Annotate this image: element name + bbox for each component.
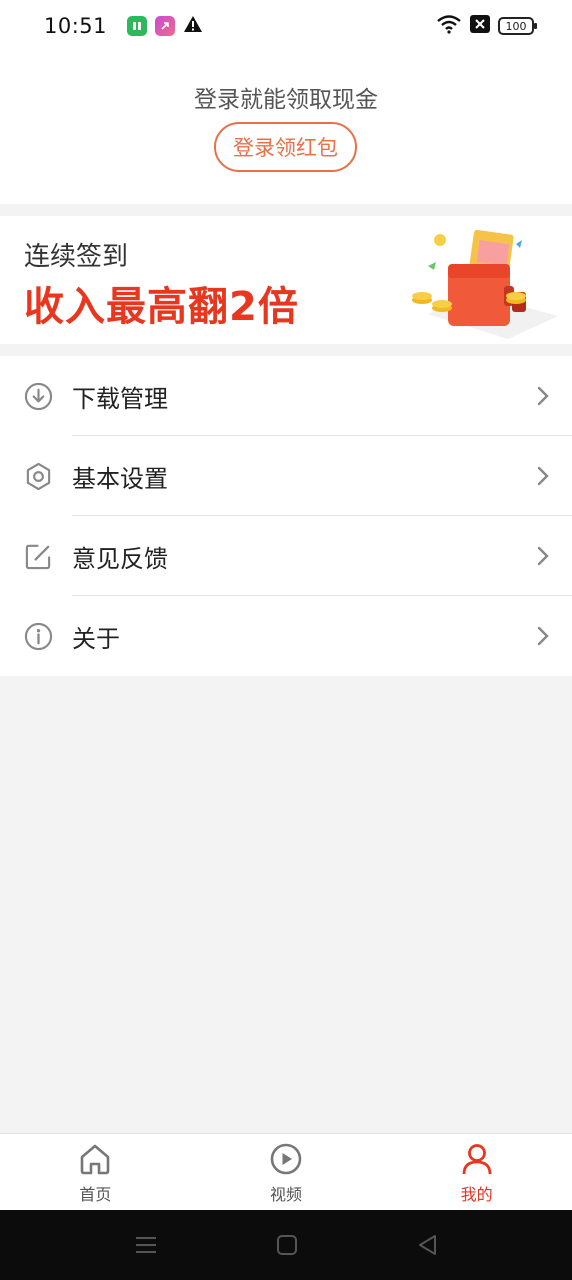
menu-item-label: 关于 (72, 624, 120, 653)
edit-feedback-icon (25, 544, 51, 570)
tab-home[interactable]: 首页 (0, 1134, 191, 1210)
menu-item-about[interactable]: 关于 (0, 596, 572, 676)
settings-menu: 下载管理 基本设置 意见反馈 关于 (0, 356, 572, 676)
sim-off-icon (470, 15, 490, 37)
tab-video[interactable]: 视频 (191, 1134, 382, 1210)
wallet-coins-illustration (412, 229, 558, 339)
app-purple-icon (155, 16, 176, 36)
battery-level: 100 (505, 19, 527, 33)
signin-banner[interactable]: 连续签到 收入最高翻2倍 (0, 216, 572, 344)
tab-mine[interactable]: 我的 (381, 1134, 572, 1210)
chevron-right-icon (537, 626, 549, 646)
home-icon (81, 1144, 110, 1175)
login-section: 登录就能领取现金 登录领红包 (0, 52, 572, 204)
warning-icon (183, 15, 203, 37)
status-time: 10:51 (44, 14, 108, 38)
banner-subtitle: 连续签到 (24, 242, 129, 272)
menu-item-download-manager[interactable]: 下载管理 (0, 356, 572, 436)
login-prompt: 登录就能领取现金 (194, 87, 378, 113)
wifi-icon (436, 14, 462, 38)
user-icon (462, 1144, 492, 1175)
status-bar: 10:51 100 (0, 0, 572, 52)
menu-item-label: 基本设置 (72, 464, 168, 493)
menu-icon[interactable] (133, 1232, 159, 1258)
download-icon (24, 382, 53, 411)
play-circle-icon (270, 1143, 302, 1175)
banner-headline: 收入最高翻2倍 (24, 284, 299, 330)
notification-icons (127, 15, 203, 37)
menu-item-feedback[interactable]: 意见反馈 (0, 516, 572, 596)
battery-icon: 100 (498, 17, 537, 35)
tab-label: 首页 (79, 1185, 112, 1204)
status-right-icons: 100 (436, 14, 537, 38)
settings-hexagon-icon (26, 462, 51, 491)
tab-label: 视频 (270, 1185, 303, 1204)
chevron-right-icon (537, 386, 549, 406)
tab-label: 我的 (460, 1185, 493, 1204)
chevron-right-icon (537, 466, 549, 486)
system-nav-bar (0, 1210, 572, 1280)
home-square-icon[interactable] (274, 1232, 300, 1258)
chevron-right-icon (537, 546, 549, 566)
info-icon (24, 622, 53, 651)
menu-item-basic-settings[interactable]: 基本设置 (0, 436, 572, 516)
bottom-tab-bar: 首页 视频 我的 (0, 1133, 572, 1210)
menu-item-label: 下载管理 (72, 384, 168, 413)
back-triangle-icon[interactable] (415, 1232, 441, 1258)
app-green-icon (127, 16, 148, 36)
menu-item-label: 意见反馈 (72, 544, 168, 573)
login-red-packet-button[interactable]: 登录领红包 (214, 122, 357, 172)
